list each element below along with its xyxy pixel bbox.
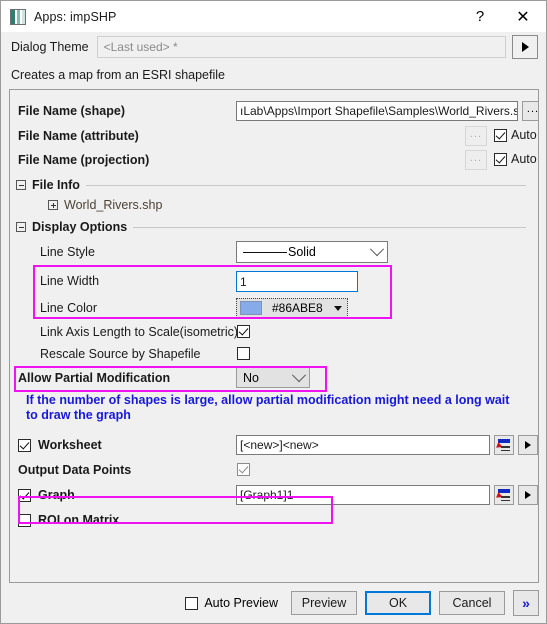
dialog-theme-label: Dialog Theme	[11, 40, 89, 54]
worksheet-checkbox[interactable]	[18, 438, 31, 452]
file-name-attribute-label: File Name (attribute)	[18, 129, 139, 143]
worksheet-input[interactable]: [<new>]<new>	[236, 435, 490, 455]
rescale-checkbox[interactable]	[237, 347, 250, 360]
file-name-attribute-browse-button: ...	[465, 126, 487, 146]
line-color-swatch	[240, 301, 262, 315]
roi-on-matrix-checkbox[interactable]	[18, 513, 31, 527]
options-panel-inner: File Name (shape) ıLab\Apps\Import Shape…	[10, 90, 538, 582]
dialog-theme-input[interactable]: <Last used> *	[96, 36, 506, 58]
line-color-row: Line Color #86ABE8	[10, 295, 538, 321]
dialog-theme-row: Dialog Theme <Last used> *	[1, 32, 546, 63]
title-bar: Apps: impSHP ? ✕	[1, 1, 546, 32]
line-width-row: Line Width 1	[10, 267, 538, 295]
file-name-projection-browse-button: ...	[465, 150, 487, 170]
solid-line-preview-icon	[243, 251, 287, 253]
file-name-projection-auto-label: Auto	[511, 152, 537, 166]
collapse-icon[interactable]	[16, 180, 26, 190]
allow-partial-modification-value: No	[243, 370, 259, 385]
file-name-attribute-auto-checkbox[interactable]	[494, 129, 507, 142]
file-info-item-label: World_Rivers.shp	[64, 198, 163, 212]
file-name-attribute-row: File Name (attribute) ... Auto	[10, 124, 538, 148]
link-axis-label: Link Axis Length to Scale(isometric)	[40, 325, 239, 339]
allow-partial-modification-label: Allow Partial Modification	[18, 371, 171, 385]
rescale-row: Rescale Source by Shapefile	[10, 343, 538, 365]
display-options-title: Display Options	[32, 220, 128, 234]
app-chart-icon	[10, 8, 26, 25]
graph-row: Graph [Graph1]1	[10, 482, 538, 508]
triangle-right-icon	[525, 491, 531, 499]
link-axis-checkbox[interactable]	[237, 325, 250, 338]
allow-partial-modification-row: Allow Partial Modification No	[10, 365, 538, 391]
worksheet-menu-button[interactable]	[518, 435, 538, 455]
roi-on-matrix-row: ROI on Matrix	[10, 508, 538, 532]
file-info-group-header[interactable]: File Info	[10, 175, 538, 195]
dialog-description: Creates a map from an ESRI shapefile	[11, 68, 225, 82]
group-divider	[133, 226, 526, 228]
worksheet-row: Worksheet [<new>]<new>	[10, 432, 538, 458]
line-style-row: Line Style Solid	[10, 237, 538, 267]
file-name-shape-browse-button[interactable]: ...	[522, 101, 538, 121]
graph-picker-icon[interactable]	[494, 485, 514, 505]
chevron-down-icon	[369, 242, 385, 257]
auto-preview-checkbox[interactable]	[185, 596, 199, 610]
expand-icon[interactable]	[48, 200, 58, 210]
roi-on-matrix-label: ROI on Matrix	[38, 513, 120, 527]
file-name-projection-row: File Name (projection) ... Auto	[10, 148, 538, 172]
cancel-button[interactable]: Cancel	[439, 591, 505, 615]
auto-preview-label: Auto Preview	[204, 596, 278, 610]
partial-modification-warning: If the number of shapes is large, allow …	[26, 393, 510, 422]
file-info-item[interactable]: World_Rivers.shp	[10, 195, 538, 215]
rescale-label: Rescale Source by Shapefile	[40, 347, 201, 361]
output-data-points-checkbox	[237, 463, 250, 476]
allow-partial-modification-combobox[interactable]: No	[236, 367, 310, 388]
close-icon[interactable]: ✕	[500, 1, 546, 32]
line-style-combobox[interactable]: Solid	[236, 241, 388, 263]
collapse-icon[interactable]	[16, 222, 26, 232]
line-color-label: Line Color	[40, 301, 97, 315]
triangle-right-icon	[521, 42, 529, 52]
output-data-points-label: Output Data Points	[18, 463, 132, 477]
line-width-input[interactable]: 1	[236, 271, 358, 292]
file-name-shape-row: File Name (shape) ıLab\Apps\Import Shape…	[10, 98, 538, 124]
line-style-value: Solid	[288, 245, 316, 259]
graph-label: Graph	[38, 488, 75, 502]
window-title: Apps: impSHP	[34, 9, 117, 24]
dialog-footer: Auto Preview Preview OK Cancel »	[1, 583, 546, 623]
line-width-label: Line Width	[40, 274, 100, 288]
dialog-window: Apps: impSHP ? ✕ Dialog Theme <Last used…	[0, 0, 547, 624]
file-info-title: File Info	[32, 178, 80, 192]
line-color-combobox[interactable]: #86ABE8	[236, 298, 348, 318]
group-divider	[85, 184, 526, 186]
file-name-projection-label: File Name (projection)	[18, 153, 150, 167]
output-data-points-row: Output Data Points	[10, 458, 538, 482]
dialog-theme-menu-button[interactable]	[512, 35, 538, 59]
file-name-shape-input[interactable]: ıLab\Apps\Import Shapefile\Samples\World…	[236, 101, 518, 121]
line-color-value: #86ABE8	[272, 301, 323, 315]
help-button[interactable]: ?	[460, 1, 500, 32]
auto-preview-group[interactable]: Auto Preview	[185, 596, 278, 610]
file-name-shape-label: File Name (shape)	[18, 104, 125, 118]
file-name-attribute-auto-label: Auto	[511, 128, 537, 142]
options-panel: File Name (shape) ıLab\Apps\Import Shape…	[9, 89, 539, 583]
graph-menu-button[interactable]	[518, 485, 538, 505]
link-axis-row: Link Axis Length to Scale(isometric)	[10, 321, 538, 343]
worksheet-label: Worksheet	[38, 438, 102, 452]
display-options-group-header[interactable]: Display Options	[10, 217, 538, 237]
chevron-down-icon	[291, 367, 307, 382]
file-name-projection-auto-checkbox[interactable]	[494, 153, 507, 166]
expand-more-button[interactable]: »	[513, 590, 539, 616]
graph-checkbox[interactable]	[18, 488, 31, 502]
graph-input[interactable]: [Graph1]1	[236, 485, 490, 505]
line-style-label: Line Style	[40, 245, 95, 259]
ok-button[interactable]: OK	[365, 591, 431, 615]
worksheet-picker-icon[interactable]	[494, 435, 514, 455]
triangle-right-icon	[525, 441, 531, 449]
triangle-down-icon	[334, 305, 342, 311]
preview-button[interactable]: Preview	[291, 591, 357, 615]
